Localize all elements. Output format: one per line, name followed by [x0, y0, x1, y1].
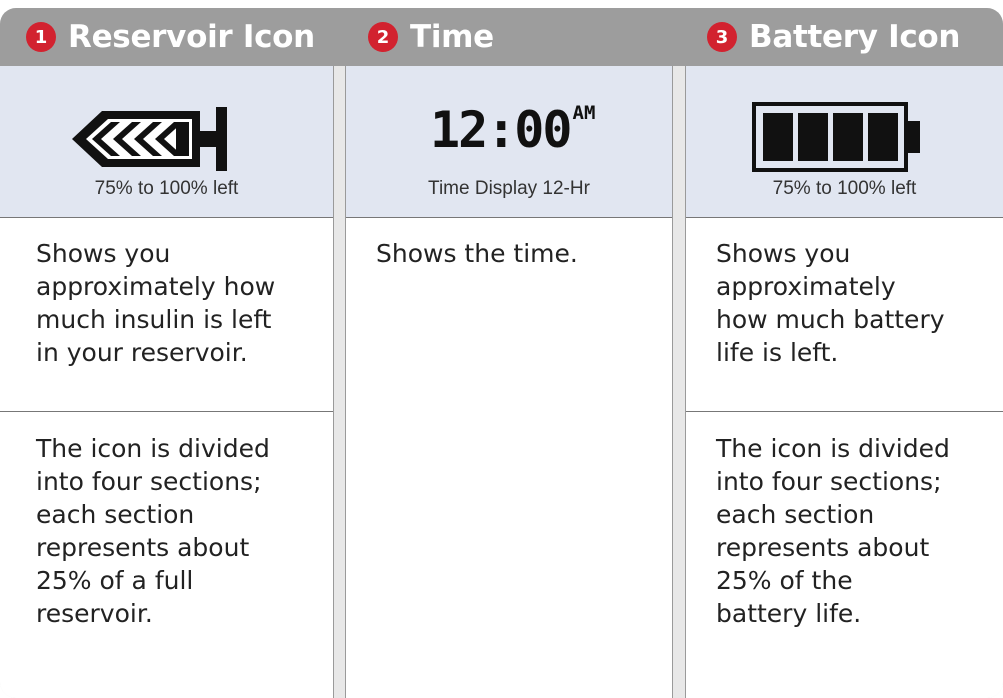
table-header: 1 Reservoir Icon 2 Time 3 Battery Icon [0, 8, 1003, 66]
header-title-battery: Battery Icon [749, 19, 961, 55]
battery-row-divider [686, 411, 1003, 412]
info-table: 1 Reservoir Icon 2 Time 3 Battery Icon 7… [0, 8, 1003, 698]
reservoir-caption: 75% to 100% left [94, 178, 239, 199]
reservoir-description: Shows you approximately how much insulin… [36, 239, 276, 367]
battery-caption: 75% to 100% left [772, 178, 917, 199]
battery-description: Shows you approximately how much battery… [716, 239, 945, 367]
reservoir-row-divider [0, 411, 333, 412]
header-title-time: Time [410, 19, 494, 55]
lcd-am-indicator: AM [572, 102, 596, 124]
battery-detail: The icon is divided into four sections; … [716, 434, 950, 628]
lcd-time-digits: 12:00 [430, 101, 573, 159]
header-battery: 3 Battery Icon [707, 8, 960, 66]
battery-icon [752, 102, 920, 172]
badge-3: 3 [707, 22, 737, 52]
reservoir-syringe-icon [72, 107, 227, 171]
column-battery: 75% to 100% left Shows you approximately… [686, 66, 1003, 698]
time-icon-cell: 12:00 AM Time Display 12-Hr [346, 66, 672, 218]
reservoir-detail: The icon is divided into four sections; … [36, 434, 270, 628]
battery-icon-cell: 75% to 100% left [686, 66, 1003, 218]
column-gap-2 [672, 66, 686, 698]
time-description: Shows the time. [376, 239, 578, 268]
header-time: 2 Time [368, 8, 494, 66]
header-reservoir: 1 Reservoir Icon [26, 8, 315, 66]
lcd-time-display: 12:00 AM [430, 100, 595, 160]
column-reservoir: 75% to 100% left Shows you approximately… [0, 66, 333, 698]
badge-2: 2 [368, 22, 398, 52]
badge-1: 1 [26, 22, 56, 52]
column-time: 12:00 AM Time Display 12-Hr Shows the ti… [346, 66, 672, 698]
reservoir-icon-cell: 75% to 100% left [0, 66, 333, 218]
header-title-reservoir: Reservoir Icon [68, 19, 315, 55]
column-gap-1 [333, 66, 346, 698]
time-caption: Time Display 12-Hr [428, 178, 590, 199]
